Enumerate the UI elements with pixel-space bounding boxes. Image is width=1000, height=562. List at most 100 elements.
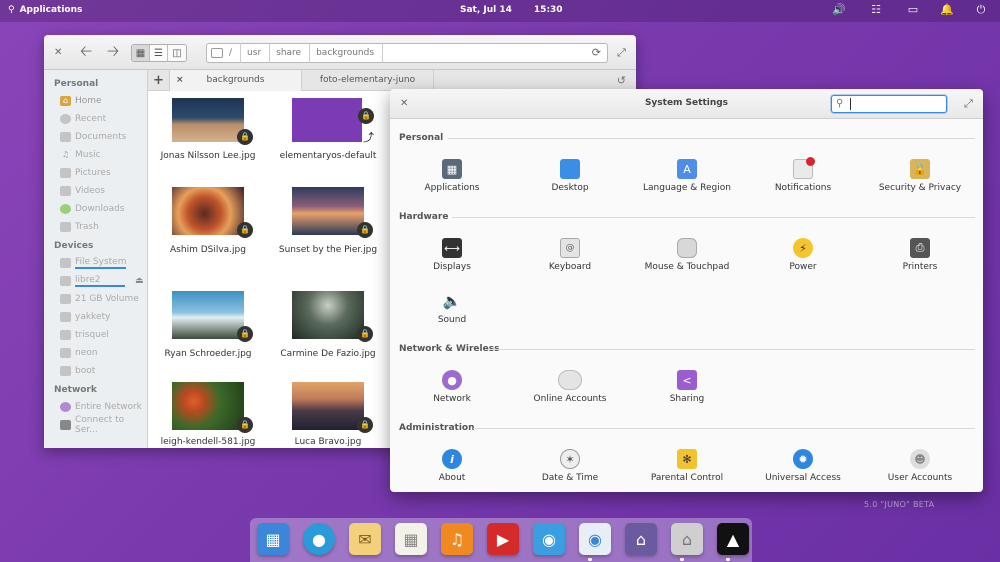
lock-icon: 🔒 [357, 222, 373, 238]
sidebar-item-home[interactable]: ⌂ Home [44, 92, 147, 110]
plug-notifications[interactable]: Notifications [745, 157, 861, 193]
appcenter-icon[interactable]: ⌂ [625, 523, 657, 555]
eject-icon[interactable]: ⏏ [135, 276, 144, 286]
volume-icon[interactable]: 🔊 [831, 3, 847, 16]
plug-user-accounts[interactable]: ☻ User Accounts [862, 449, 978, 483]
sidebar-item-connect-server[interactable]: Connect to Ser... [44, 415, 147, 435]
sidebar-item-downloads[interactable]: Downloads [44, 200, 147, 218]
sidebar-item-pictures[interactable]: Pictures [44, 164, 147, 182]
music-icon[interactable]: ♫ [441, 523, 473, 555]
lock-icon: 🔒 [237, 129, 253, 145]
plug-parental-control[interactable]: ✻ Parental Control [629, 449, 745, 483]
plug-sound[interactable]: 🔈 Sound [394, 291, 510, 325]
sidebar-item-entire-network[interactable]: Entire Network [44, 398, 147, 416]
lock-icon: 🔒 [910, 159, 930, 179]
grid-view-icon[interactable]: ▦ [132, 45, 150, 61]
path-bar[interactable]: / usr share backgrounds ⟳ [206, 43, 608, 63]
web-browser-icon[interactable]: ● [303, 523, 335, 555]
history-icon[interactable]: ↺ [617, 74, 626, 87]
datetime-indicator[interactable]: Sat, Jul 14 15:30 [460, 5, 563, 15]
photos-icon[interactable]: ◉ [533, 523, 565, 555]
sidebar-item-yakkety[interactable]: yakkety [44, 308, 147, 326]
plug-about[interactable]: i About [394, 449, 510, 483]
sidebar-item-trash[interactable]: Trash [44, 218, 147, 236]
plug-keyboard[interactable]: @ Keyboard [512, 238, 628, 272]
multitasking-view-icon[interactable]: ▦ [257, 523, 289, 555]
calendar-icon[interactable]: ▦ [395, 523, 427, 555]
cloud-icon [558, 370, 582, 390]
sidebar-item-music[interactable]: ♫ Music [44, 146, 147, 164]
new-tab-button[interactable]: + [148, 70, 170, 91]
file-thumbnail[interactable]: 🔒 ⤴ [292, 98, 374, 144]
back-icon[interactable]: 🡠 [80, 44, 92, 59]
plug-security-privacy[interactable]: 🔒 Security & Privacy [862, 159, 978, 193]
applications-menu[interactable]: ⚲ Applications [8, 5, 82, 15]
list-view-icon[interactable]: ☰ [150, 45, 168, 61]
plug-printers[interactable]: ⎙ Printers [862, 238, 978, 272]
sidebar-item-neon[interactable]: neon [44, 344, 147, 362]
sidebar-item-trisquel[interactable]: trisquel [44, 326, 147, 344]
file-thumbnail[interactable]: 🔒 [172, 291, 253, 342]
system-settings-icon[interactable]: ◉ [579, 523, 611, 555]
maximize-icon[interactable]: ⤢ [964, 97, 973, 111]
plug-applications[interactable]: ▦ Applications [394, 159, 510, 193]
inkscape-icon[interactable]: ▲ [717, 523, 749, 555]
search-field[interactable]: ⚲ [831, 95, 947, 113]
plug-date-time[interactable]: ✶ Date & Time [512, 449, 628, 483]
sidebar-item-documents[interactable]: Documents [44, 128, 147, 146]
plug-universal-access[interactable]: ✹ Universal Access [745, 449, 861, 483]
plug-displays[interactable]: ⟷ Displays [394, 238, 510, 272]
plug-power[interactable]: ⚡ Power [745, 238, 861, 272]
file-name: elementaryos-default [279, 151, 377, 161]
notifications-icon[interactable]: 🔔 [939, 3, 955, 16]
sidebar-item-libre2[interactable]: libre2 ⏏ [44, 272, 147, 290]
file-thumbnail[interactable]: 🔒 [292, 291, 373, 342]
path-crumb[interactable]: usr [241, 43, 271, 63]
path-crumb-root[interactable]: / [223, 43, 242, 63]
mail-icon[interactable]: ✉ [349, 523, 381, 555]
close-icon[interactable]: ✕ [54, 46, 62, 60]
section-hardware-title: Hardware [399, 212, 449, 222]
forward-icon[interactable]: 🡢 [107, 44, 119, 59]
files-icon[interactable]: ⌂ [671, 523, 703, 555]
path-crumb[interactable]: backgrounds [310, 43, 384, 63]
settings-headerbar: ✕ System Settings ⚲ ⤢ [390, 89, 983, 119]
sidebar-header-personal: Personal [54, 79, 99, 89]
plug-online-accounts[interactable]: Online Accounts [512, 370, 628, 404]
path-crumb[interactable]: share [270, 43, 311, 63]
tab-foto-elementary-juno[interactable]: foto-elementary-juno [302, 70, 434, 91]
section-divider [473, 428, 975, 429]
reload-icon[interactable]: ⟳ [592, 46, 601, 59]
sidebar-item-videos[interactable]: Videos [44, 182, 147, 200]
date-label: Sat, Jul 14 [460, 5, 512, 15]
download-icon [60, 204, 71, 214]
network-icon[interactable]: ☷ [868, 3, 884, 16]
file-thumbnail[interactable]: 🔒 [172, 187, 253, 238]
plug-language-region[interactable]: A Language & Region [629, 159, 745, 193]
sidebar-item-recent[interactable]: Recent [44, 110, 147, 128]
plug-mouse-touchpad[interactable]: Mouse & Touchpad [629, 238, 745, 272]
search-input[interactable] [850, 98, 942, 110]
applications-label: Applications [19, 5, 83, 15]
file-name: Ryan Schroeder.jpg [164, 349, 252, 359]
file-thumbnail[interactable]: 🔒 [292, 382, 373, 433]
tab-backgrounds[interactable]: × backgrounds [170, 70, 302, 91]
file-thumbnail[interactable]: 🔒 [292, 187, 373, 238]
file-thumbnail[interactable]: 🔒 [172, 98, 253, 145]
file-thumbnail[interactable]: 🔒 [172, 382, 253, 433]
sidebar-item-boot[interactable]: boot [44, 362, 147, 380]
power-icon[interactable]: ⏻ [973, 3, 989, 17]
plug-desktop[interactable]: Desktop [512, 159, 628, 193]
tab-close-icon[interactable]: × [176, 70, 184, 91]
plug-sharing[interactable]: < Sharing [629, 370, 745, 404]
plug-network[interactable]: ● Network [394, 370, 510, 404]
sidebar-item-filesystem[interactable]: File System [44, 254, 147, 272]
battery-icon[interactable]: ▭ [905, 3, 921, 16]
column-view-icon[interactable]: ◫ [168, 45, 186, 61]
videos-icon[interactable]: ▶ [487, 523, 519, 555]
file-name: Luca Bravo.jpg [294, 437, 362, 447]
file-name: Carmine De Fazio.jpg [280, 349, 376, 359]
view-switcher: ▦ ☰ ◫ [131, 44, 187, 62]
sidebar-item-volume[interactable]: 21 GB Volume [44, 290, 147, 308]
maximize-icon[interactable]: ⤢ [617, 46, 626, 60]
